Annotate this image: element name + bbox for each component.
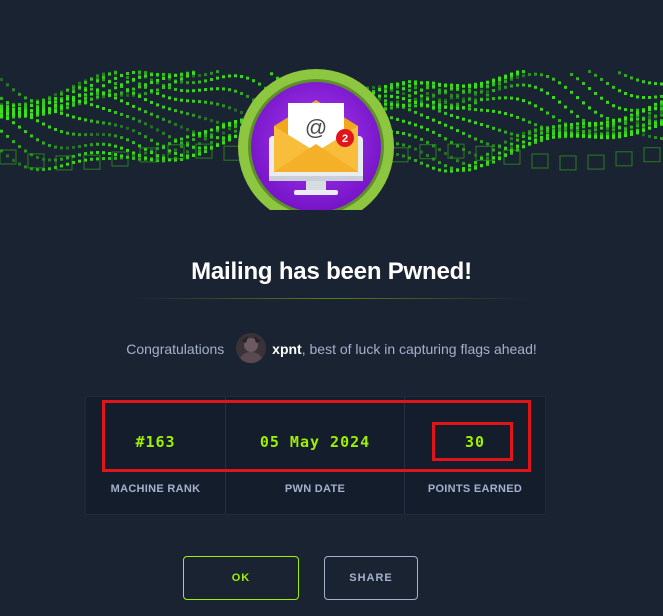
share-button[interactable]: SHARE [324, 556, 418, 600]
divider [130, 298, 533, 299]
congrats-suffix: , best of luck in capturing flags ahead! [301, 341, 537, 357]
stat-pwn-date: 05 May 2024 PWN DATE [226, 397, 404, 514]
stats-panel: #163 MACHINE RANK 05 May 2024 PWN DATE 3… [85, 396, 546, 515]
at-sign-icon: @ [305, 115, 327, 140]
ok-button[interactable]: OK [183, 556, 299, 600]
stat-points-earned: 30 POINTS EARNED [405, 397, 545, 514]
avatar [236, 333, 267, 364]
pwn-date-label: PWN DATE [284, 483, 346, 495]
points-earned-label: POINTS EARNED [427, 483, 523, 495]
page-title: Mailing has been Pwned! [191, 258, 472, 285]
points-earned-value: 30 [464, 433, 486, 451]
stat-machine-rank: #163 MACHINE RANK [86, 397, 225, 514]
congrats-prefix: Congratulations [126, 341, 225, 357]
machine-rank-label: MACHINE RANK [110, 483, 201, 495]
banner-wave: @ 2 [0, 69, 663, 210]
congrats-message: Congratulations xpnt, best of luck in ca… [0, 333, 663, 365]
svg-text:2: 2 [342, 133, 348, 145]
username: xpnt [272, 341, 302, 357]
pwn-date-value: 05 May 2024 [259, 433, 371, 451]
machine-badge: @ 2 [238, 69, 394, 210]
pwned-dialog: @ 2 Mailing has been Pwned! Congratulati… [0, 0, 663, 616]
machine-rank-value: #163 [135, 433, 176, 451]
